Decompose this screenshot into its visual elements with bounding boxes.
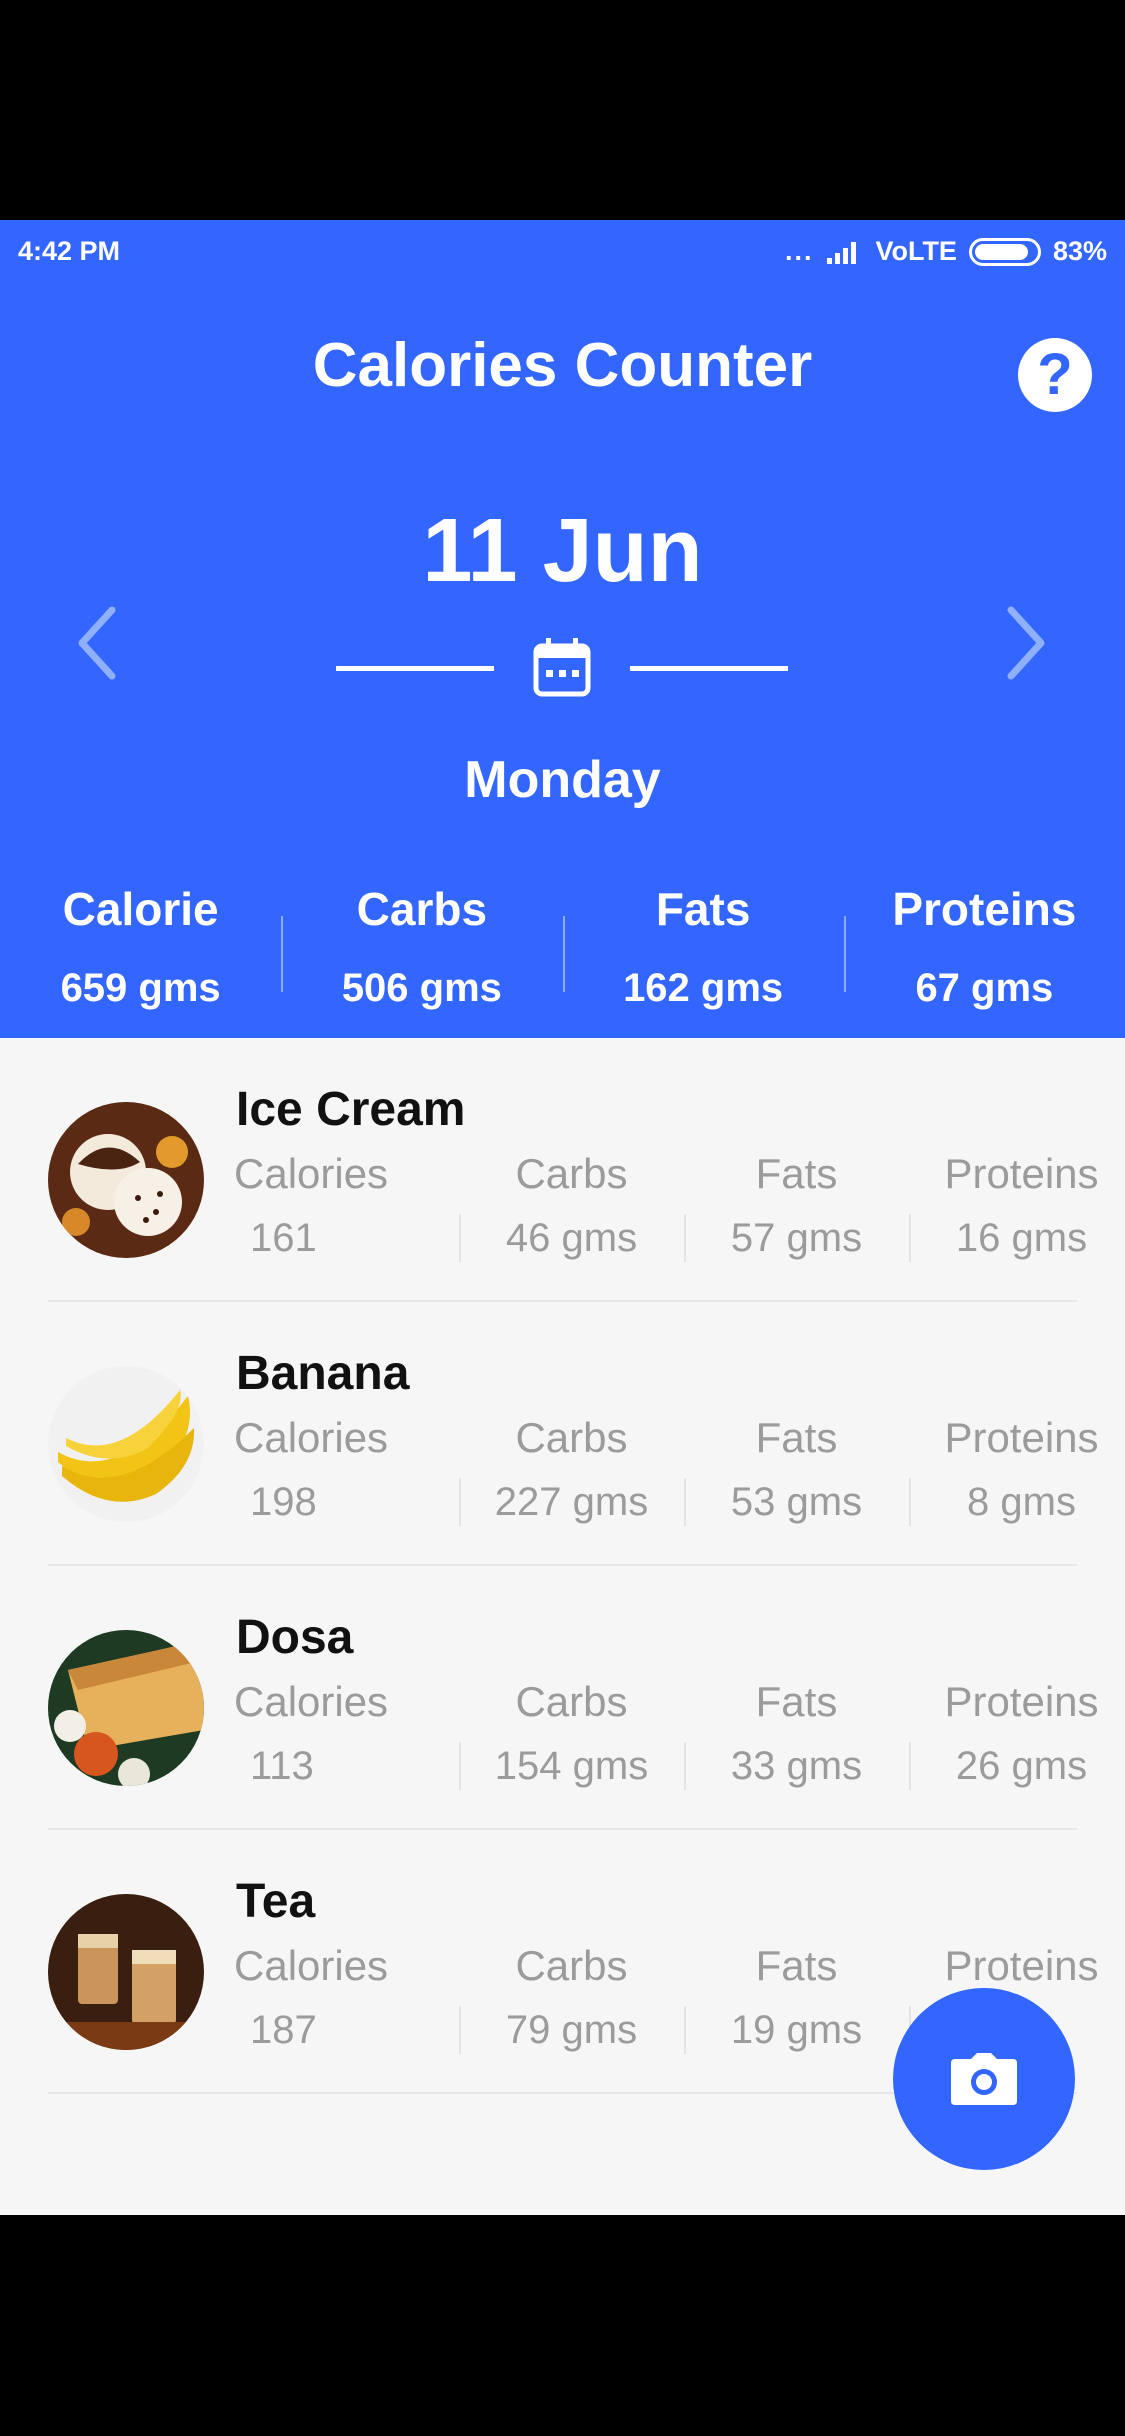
daily-summary: Calorie 659 gms Carbs 506 gms Fats 162 g… <box>0 868 1125 1028</box>
date-label: 11 Jun <box>422 501 703 601</box>
page-title: Calories Counter <box>312 331 813 400</box>
date-divider-right <box>630 666 788 671</box>
fats-label: Fats <box>755 1678 838 1725</box>
nutrient-grid: Calories 198 Carbs 227 gms Fats 53 gms Prot… <box>234 1414 1125 1526</box>
tea-image <box>48 1894 204 2050</box>
proteins-value: 8 gms <box>967 1480 1076 1524</box>
weekday-label: Monday <box>464 751 661 809</box>
chevron-right-icon[interactable] <box>995 598 1055 688</box>
battery-icon <box>968 237 1041 266</box>
summary-fats: Fats 162 gms <box>562 868 844 1028</box>
carbs-value: 79 gms <box>505 2008 638 2052</box>
proteins-value: 16 gms <box>955 1216 1088 1260</box>
carbs-label: Carbs <box>515 1414 628 1461</box>
calories-value: 161 <box>250 1216 317 1260</box>
calories-label: Calories <box>234 1942 389 1989</box>
food-item-ice-cream[interactable]: Ice Cream Calories 161 Carbs 46 gms Fats 57… <box>48 1038 1099 1302</box>
summary-value: 659 gms <box>60 966 221 1010</box>
calories-label: Calories <box>234 1678 389 1725</box>
carbs-value: 154 gms <box>494 1744 649 1788</box>
food-name: Banana <box>236 1347 410 1400</box>
signal-icon <box>827 241 857 264</box>
proteins-value: 26 gms <box>955 1744 1088 1788</box>
network-label: VoLTE <box>875 236 957 266</box>
carbs-label: Carbs <box>515 1150 628 1197</box>
summary-value: 67 gms <box>915 966 1054 1010</box>
food-list: Ice Cream Calories 161 Carbs 46 gms Fats 57… <box>0 1038 1125 2094</box>
food-name: Dosa <box>236 1611 354 1664</box>
summary-calorie: Calorie 659 gms <box>0 868 281 1028</box>
header: 4:42 PM ... VoLTE 83% Calories Counter ?… <box>0 220 1125 1038</box>
proteins-label: Proteins <box>944 1414 1099 1461</box>
ice-cream-image <box>48 1102 204 1258</box>
summary-label: Calorie <box>62 883 219 935</box>
fats-label: Fats <box>755 1942 838 1989</box>
summary-label: Carbs <box>356 883 488 935</box>
fats-value: 33 gms <box>730 1744 863 1788</box>
status-dots: ... <box>784 236 814 266</box>
proteins-label: Proteins <box>944 1150 1099 1197</box>
summary-value: 506 gms <box>341 966 502 1010</box>
food-name: Tea <box>236 1875 316 1928</box>
status-time: 4:42 PM <box>18 236 121 266</box>
carbs-label: Carbs <box>515 1942 628 1989</box>
calories-value: 198 <box>250 1480 317 1524</box>
summary-label: Fats <box>655 883 751 935</box>
proteins-label: Proteins <box>944 1678 1099 1725</box>
carbs-value: 46 gms <box>505 1216 638 1260</box>
calories-value: 113 <box>250 1744 314 1788</box>
help-icon[interactable]: ? <box>1018 338 1092 412</box>
date-divider-left <box>336 666 494 671</box>
nutrient-grid: Calories 161 Carbs 46 gms Fats 57 gms Prote… <box>234 1150 1125 1262</box>
status-indicators: ... VoLTE 83% <box>785 236 1107 267</box>
fats-value: 19 gms <box>730 2008 863 2052</box>
fats-label: Fats <box>755 1414 838 1461</box>
chevron-left-icon[interactable] <box>68 598 128 688</box>
calories-label: Calories <box>234 1150 389 1197</box>
summary-value: 162 gms <box>623 966 784 1010</box>
fats-value: 57 gms <box>730 1216 863 1260</box>
battery-level: 83% <box>1052 236 1107 266</box>
banana-image <box>48 1366 204 1522</box>
calendar-icon[interactable] <box>530 636 594 700</box>
status-bar: 4:42 PM ... VoLTE 83% <box>0 220 1125 282</box>
summary-carbs: Carbs 506 gms <box>281 868 562 1028</box>
carbs-label: Carbs <box>515 1678 628 1725</box>
proteins-label: Proteins <box>944 1942 1099 1989</box>
food-item-dosa[interactable]: Dosa Calories 113 Carbs 154 gms Fats 33 gms… <box>48 1566 1099 1830</box>
fats-label: Fats <box>755 1150 838 1197</box>
food-item-banana[interactable]: Banana Calories 198 Carbs 227 gms Fats 53 g… <box>48 1302 1099 1566</box>
app-screen: 4:42 PM ... VoLTE 83% Calories Counter ?… <box>0 220 1125 2215</box>
calories-value: 187 <box>250 2008 317 2052</box>
calories-label: Calories <box>234 1414 389 1461</box>
dosa-image <box>48 1630 204 1786</box>
camera-button[interactable] <box>893 1988 1075 2170</box>
fats-value: 53 gms <box>730 1480 863 1524</box>
carbs-value: 227 gms <box>494 1480 649 1524</box>
summary-proteins: Proteins 67 gms <box>843 868 1125 1028</box>
camera-icon <box>951 2053 1017 2105</box>
food-name: Ice Cream <box>236 1083 466 1136</box>
summary-label: Proteins <box>892 883 1077 935</box>
nutrient-grid: Calories 113 Carbs 154 gms Fats 33 gms Prot… <box>234 1678 1125 1790</box>
